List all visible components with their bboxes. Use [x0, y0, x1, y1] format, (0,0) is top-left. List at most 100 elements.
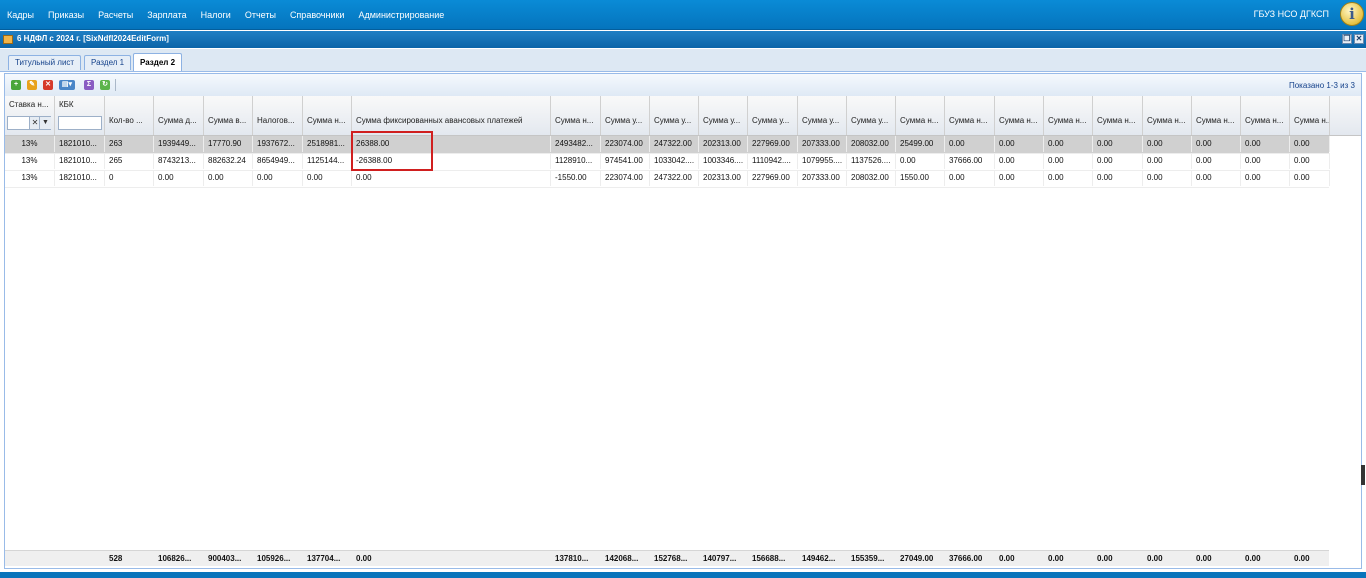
- table-cell[interactable]: 0.00: [1044, 170, 1093, 186]
- table-cell[interactable]: 1137526....: [847, 153, 896, 169]
- table-cell[interactable]: 0.00: [1290, 153, 1330, 169]
- table-cell[interactable]: 0.00: [1241, 136, 1290, 152]
- column-header-16[interactable]: Сумма н...: [896, 96, 945, 135]
- chevron-down-icon[interactable]: ▼: [39, 117, 51, 129]
- table-cell[interactable]: 1821010...: [55, 153, 105, 169]
- add-icon[interactable]: +: [11, 80, 21, 90]
- table-cell[interactable]: 1550.00: [896, 170, 945, 186]
- close-window-icon[interactable]: ✕: [1354, 34, 1364, 44]
- tab-titulny-list[interactable]: Титульный лист: [8, 55, 82, 70]
- table-cell[interactable]: 247322.00: [650, 136, 699, 152]
- menu-item-spravochniki[interactable]: Справочники: [290, 10, 345, 20]
- table-cell[interactable]: 0.00: [253, 170, 303, 186]
- table-cell[interactable]: 0.00: [1290, 170, 1330, 186]
- table-cell[interactable]: 882632.24: [204, 153, 253, 169]
- table-cell[interactable]: 0.00: [204, 170, 253, 186]
- column-header-22[interactable]: Сумма н...: [1192, 96, 1241, 135]
- table-cell[interactable]: 13%: [5, 153, 55, 169]
- column-header-5[interactable]: Сумма в...: [204, 96, 253, 135]
- table-cell[interactable]: 0.00: [1290, 136, 1330, 152]
- table-cell[interactable]: 0.00: [1192, 136, 1241, 152]
- delete-icon[interactable]: ✕: [43, 80, 53, 90]
- rate-filter-select[interactable]: ✕ ▼: [7, 116, 51, 130]
- table-cell[interactable]: 0.00: [995, 153, 1044, 169]
- column-header-9[interactable]: Сумма н...: [551, 96, 601, 135]
- table-cell[interactable]: 265: [105, 153, 154, 169]
- table-cell[interactable]: 1125144...: [303, 153, 352, 169]
- info-icon[interactable]: i: [1340, 2, 1364, 26]
- tab-razdel-1[interactable]: Раздел 1: [84, 55, 132, 70]
- table-cell[interactable]: 1033042....: [650, 153, 699, 169]
- column-header-15[interactable]: Сумма у...: [847, 96, 896, 135]
- table-cell[interactable]: 2518981...: [303, 136, 352, 152]
- table-cell[interactable]: 0.00: [1093, 170, 1143, 186]
- menu-item-nalogi[interactable]: Налоги: [201, 10, 231, 20]
- table-cell[interactable]: 0.00: [995, 170, 1044, 186]
- table-cell[interactable]: 223074.00: [601, 136, 650, 152]
- column-header-14[interactable]: Сумма у...: [798, 96, 847, 135]
- table-cell[interactable]: 13%: [5, 170, 55, 186]
- column-header-18[interactable]: Сумма н...: [995, 96, 1044, 135]
- column-header-19[interactable]: Сумма н...: [1044, 96, 1093, 135]
- table-cell[interactable]: 1821010...: [55, 136, 105, 152]
- column-header-1[interactable]: Ставка н... ✕ ▼: [5, 96, 55, 135]
- menu-item-prikazy[interactable]: Приказы: [48, 10, 84, 20]
- column-header-7[interactable]: Сумма н...: [303, 96, 352, 135]
- table-cell[interactable]: 0.00: [1093, 136, 1143, 152]
- table-cell[interactable]: 1939449...: [154, 136, 204, 152]
- table-cell[interactable]: 0.00: [1044, 153, 1093, 169]
- column-header-3[interactable]: Кол-во ...: [105, 96, 154, 135]
- table-cell[interactable]: 0.00: [1192, 153, 1241, 169]
- table-cell[interactable]: 8654949...: [253, 153, 303, 169]
- menu-item-raschety[interactable]: Расчеты: [98, 10, 133, 20]
- menu-item-otchety[interactable]: Отчеты: [245, 10, 276, 20]
- table-cell[interactable]: 0: [105, 170, 154, 186]
- table-cell[interactable]: 0.00: [1044, 136, 1093, 152]
- table-cell[interactable]: 1821010...: [55, 170, 105, 186]
- table-cell[interactable]: 1110942....: [748, 153, 798, 169]
- table-cell[interactable]: 37666.00: [945, 153, 995, 169]
- column-header-20[interactable]: Сумма н...: [1093, 96, 1143, 135]
- tab-razdel-2[interactable]: Раздел 2: [133, 53, 183, 71]
- menu-item-zarplata[interactable]: Зарплата: [147, 10, 186, 20]
- table-cell[interactable]: -1550.00: [551, 170, 601, 186]
- table-cell[interactable]: 227969.00: [748, 170, 798, 186]
- table-cell[interactable]: 0.00: [945, 136, 995, 152]
- column-header-4[interactable]: Сумма д...: [154, 96, 204, 135]
- column-header-17[interactable]: Сумма н...: [945, 96, 995, 135]
- table-cell[interactable]: 13%: [5, 136, 55, 152]
- table-cell[interactable]: 0.00: [1241, 170, 1290, 186]
- column-header-6[interactable]: Налогов...: [253, 96, 303, 135]
- table-cell[interactable]: 207333.00: [798, 170, 847, 186]
- refresh-icon[interactable]: ↻: [100, 80, 110, 90]
- table-cell[interactable]: 202313.00: [699, 170, 748, 186]
- table-cell[interactable]: 0.00: [1093, 153, 1143, 169]
- menu-item-kadry[interactable]: Кадры: [7, 10, 34, 20]
- column-header-24[interactable]: Сумма н...: [1290, 96, 1330, 135]
- table-cell[interactable]: 208032.00: [847, 136, 896, 152]
- table-cell[interactable]: 0.00: [896, 153, 945, 169]
- table-cell[interactable]: 208032.00: [847, 170, 896, 186]
- table-cell[interactable]: 0.00: [154, 170, 204, 186]
- table-cell[interactable]: 1937672...: [253, 136, 303, 152]
- kbk-filter-input[interactable]: [58, 116, 102, 130]
- table-cell[interactable]: 8743213...: [154, 153, 204, 169]
- restore-window-icon[interactable]: ❐: [1342, 34, 1352, 44]
- table-cell[interactable]: 0.00: [1143, 170, 1192, 186]
- table-cell[interactable]: 0.00: [1192, 170, 1241, 186]
- scrollbar-thumb[interactable]: [1361, 465, 1365, 485]
- table-cell[interactable]: 1128910...: [551, 153, 601, 169]
- table-row[interactable]: 13% 1821010... 265 8743213... 882632.24 86549…: [5, 153, 1330, 171]
- table-cell[interactable]: 25499.00: [896, 136, 945, 152]
- table-cell[interactable]: 17770.90: [204, 136, 253, 152]
- column-header-11[interactable]: Сумма у...: [650, 96, 699, 135]
- table-cell[interactable]: 263: [105, 136, 154, 152]
- table-row[interactable]: 13% 1821010... 0 0.00 0.00 0.00 0.00 0.00 -1550.…: [5, 170, 1330, 188]
- table-cell[interactable]: 0.00: [995, 136, 1044, 152]
- table-cell[interactable]: 2493482...: [551, 136, 601, 152]
- table-cell[interactable]: 974541.00: [601, 153, 650, 169]
- table-cell[interactable]: 202313.00: [699, 136, 748, 152]
- table-cell[interactable]: 0.00: [945, 170, 995, 186]
- table-cell[interactable]: 1079955....: [798, 153, 847, 169]
- print-dropdown-icon[interactable]: ▤▾: [59, 80, 75, 90]
